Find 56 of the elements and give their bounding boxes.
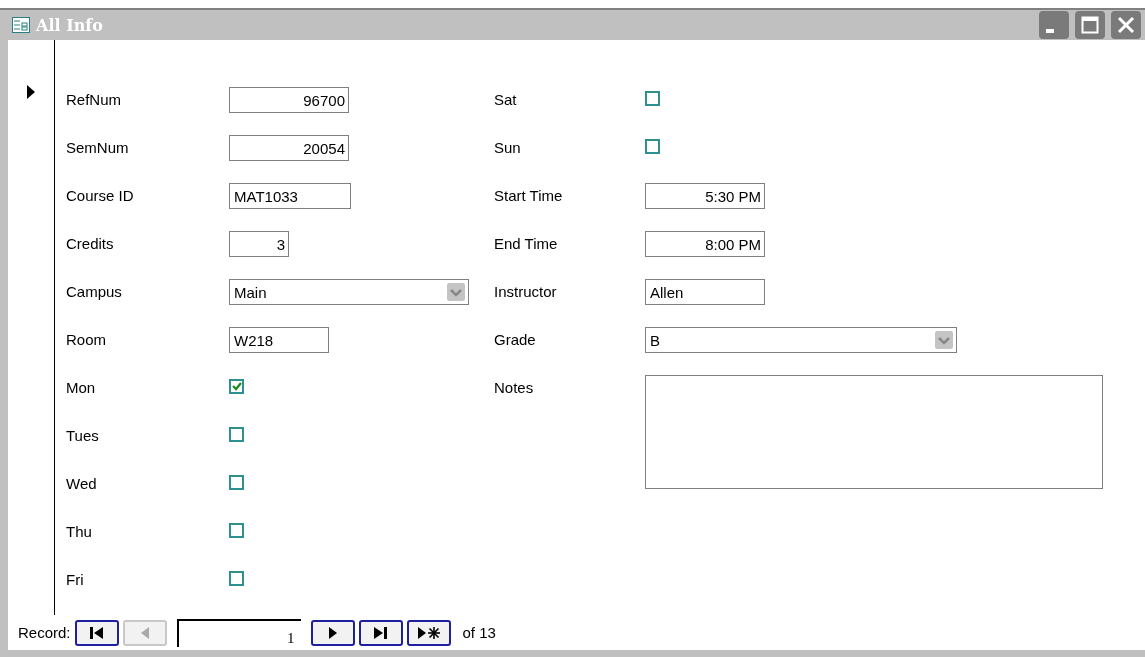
text-field[interactable]: 8:00 PM [645, 231, 765, 257]
new-record-button[interactable] [406, 619, 451, 646]
text-field[interactable]: W218 [229, 327, 329, 353]
window-title: All Info [36, 15, 104, 35]
field-label: RefNum [66, 90, 122, 110]
field-label: Fri [66, 570, 85, 590]
field-label: Campus [66, 282, 123, 302]
minimize-button[interactable] [1039, 11, 1069, 39]
notes-field[interactable] [645, 375, 1103, 489]
checkbox[interactable] [229, 523, 244, 538]
field-label: Credits [66, 234, 115, 254]
text-field[interactable]: Allen [645, 279, 765, 305]
field-label: Notes [494, 378, 535, 398]
checkbox[interactable] [229, 475, 244, 490]
field-label: Start Time [494, 186, 564, 206]
maximize-icon [1081, 16, 1099, 34]
record-label: Record: [18, 624, 71, 641]
text-field[interactable]: 96700 [229, 87, 349, 113]
record-number-field[interactable]: 1 [176, 618, 301, 647]
checkbox[interactable] [229, 427, 244, 442]
checkbox[interactable] [645, 91, 660, 106]
last-record-icon [371, 625, 390, 640]
combo-box[interactable]: B [645, 327, 957, 353]
next-record-icon [326, 625, 339, 640]
text-field[interactable]: MAT1033 [229, 183, 351, 209]
field-label: SemNum [66, 138, 130, 158]
field-label: End Time [494, 234, 559, 254]
checkbox[interactable] [645, 139, 660, 154]
field-label: Instructor [494, 282, 558, 302]
first-record-icon [87, 625, 106, 640]
close-icon [1117, 16, 1135, 34]
last-record-button[interactable] [358, 619, 403, 646]
checkmark-icon [231, 382, 242, 391]
first-record-button[interactable] [74, 619, 119, 646]
field-label: Room [66, 330, 107, 350]
text-field[interactable]: 5:30 PM [645, 183, 765, 209]
checkbox[interactable] [229, 571, 244, 586]
field-label: Sat [494, 90, 518, 110]
field-label: Mon [66, 378, 97, 398]
checkbox[interactable] [229, 379, 244, 394]
field-label: Thu [66, 522, 93, 542]
form-icon [12, 17, 30, 33]
field-label: Grade [494, 330, 537, 350]
field-label: Wed [66, 474, 98, 494]
next-record-button[interactable] [310, 619, 355, 646]
minimize-icon [1046, 29, 1054, 33]
record-count: of 13 [462, 624, 496, 641]
text-field[interactable]: 20054 [229, 135, 349, 161]
text-field[interactable]: 3 [229, 231, 289, 257]
maximize-button[interactable] [1075, 11, 1105, 39]
field-label: Tues [66, 426, 100, 446]
field-label: Course ID [66, 186, 135, 206]
combo-box[interactable]: Main [229, 279, 469, 305]
close-button[interactable] [1111, 11, 1141, 39]
new-record-icon [415, 625, 442, 640]
field-label: Sun [494, 138, 522, 158]
